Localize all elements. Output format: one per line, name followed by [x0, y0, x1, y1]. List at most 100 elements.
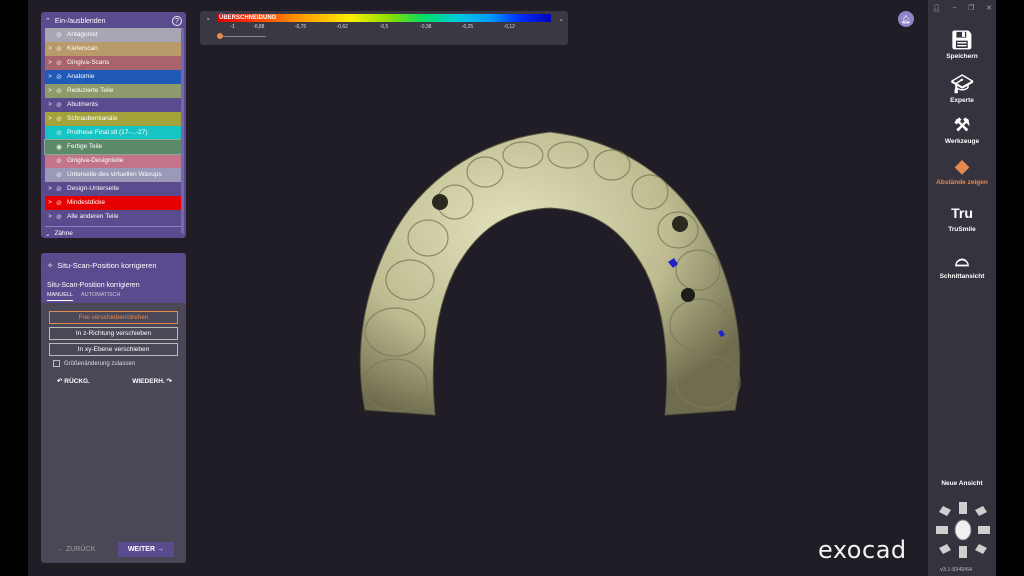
- tool-subtitle: Situ-Scan-Position korrigieren: [47, 282, 140, 289]
- eye-slash-icon[interactable]: ⊘: [56, 115, 64, 123]
- layer-item[interactable]: ⊘ Antagonist: [45, 28, 182, 42]
- chevron-right-icon[interactable]: >: [47, 88, 53, 94]
- gauge-icon[interactable]: ◔: [205, 15, 210, 24]
- view-orientation-widget[interactable]: [935, 500, 991, 560]
- eye-slash-icon[interactable]: ⊘: [56, 87, 64, 95]
- notification-bell-icon[interactable]: 🔔︎: [898, 11, 914, 27]
- view-arrow-bottom: [959, 546, 967, 558]
- layer-label: Design-Unterseite: [67, 185, 120, 193]
- chevron-down-icon: ⌄: [45, 230, 51, 238]
- minimize-icon[interactable]: –: [953, 4, 957, 12]
- layer-item[interactable]: ⊘ Gingiva-Designteile: [45, 153, 182, 168]
- chevron-right-icon[interactable]: >: [47, 116, 53, 122]
- checkbox-box[interactable]: [53, 360, 60, 367]
- scale-tick-label: -0,38: [420, 24, 432, 30]
- tool-title: Situ-Scan-Position korrigieren: [57, 261, 157, 270]
- tool-header: ✧ Situ-Scan-Position korrigieren Situ-Sc…: [41, 253, 186, 303]
- expert-label: Experte: [950, 97, 974, 104]
- eye-slash-icon[interactable]: ⊘: [56, 129, 64, 137]
- new-view-label: Neue Ansicht: [941, 480, 983, 487]
- layer-item[interactable]: > ⊘ Alle anderen Teile: [45, 209, 182, 224]
- expert-button[interactable]: 🎓︎ Experte: [928, 74, 996, 104]
- layer-item[interactable]: > ⊘ Schraubenkanäle: [45, 111, 182, 126]
- chevron-right-icon[interactable]: >: [47, 200, 53, 206]
- show-distances-button[interactable]: ◆ Abstände zeigen: [928, 156, 996, 186]
- window-controls: 👤︎ – ❐ ✕: [932, 4, 992, 12]
- tab-automatic[interactable]: AUTOMATISCH: [81, 292, 121, 301]
- eye-slash-icon[interactable]: ⊘: [56, 73, 64, 81]
- chevron-down-icon[interactable]: ⌄: [558, 15, 564, 23]
- chevron-right-icon[interactable]: >: [47, 102, 53, 108]
- section-view-button[interactable]: ⌓ Schnittansicht: [928, 250, 996, 280]
- chevron-right-icon[interactable]: >: [47, 186, 53, 192]
- visibility-header[interactable]: ⌃ Ein-/ausblenden ?: [45, 14, 182, 28]
- dental-model-viewport[interactable]: [320, 120, 780, 440]
- chevron-right-icon[interactable]: >: [47, 46, 53, 52]
- allow-resize-checkbox[interactable]: Größenänderung zulassen: [53, 360, 174, 367]
- layer-item[interactable]: > ⊘ Gingiva-Scans: [45, 55, 182, 70]
- eye-slash-icon[interactable]: ⊘: [56, 101, 64, 109]
- tool-panel: ✧ Situ-Scan-Position korrigieren Situ-Sc…: [41, 253, 186, 563]
- scale-tick-label: -0,12: [503, 24, 515, 30]
- eye-slash-icon[interactable]: ⊘: [56, 157, 64, 165]
- layer-item[interactable]: ⊘ Prothese Final.stl (17-...-27): [45, 125, 182, 140]
- eye-slash-icon[interactable]: ⊘: [56, 213, 64, 221]
- eye-slash-icon[interactable]: ⊘: [56, 185, 64, 193]
- layer-label: Reduzierte Teile: [67, 87, 114, 95]
- layer-item[interactable]: > ⊘ Design-Unterseite: [45, 181, 182, 196]
- layer-label: Antagonist: [67, 31, 98, 39]
- chevron-right-icon[interactable]: >: [47, 74, 53, 80]
- tools-button[interactable]: ⚒ Werkzeuge: [928, 115, 996, 145]
- layer-label: Anatomie: [67, 73, 95, 81]
- layer-item[interactable]: > ⊘ Reduzierte Teile: [45, 83, 182, 98]
- close-icon[interactable]: ✕: [986, 4, 992, 12]
- chevron-right-icon[interactable]: >: [47, 214, 53, 220]
- layer-item[interactable]: > ⊘ Anatomie: [45, 69, 182, 84]
- version-label: v3.1-8349/64: [940, 567, 973, 573]
- layer-item[interactable]: > ⊘ Kieferscan: [45, 41, 182, 56]
- xy-move-button[interactable]: In xy-Ebene verschieben: [49, 343, 178, 356]
- view-arrow-topleft: [939, 506, 951, 516]
- graduation-cap-icon: 🎓︎: [950, 74, 974, 94]
- view-arrow-topright: [975, 506, 987, 516]
- z-move-button[interactable]: In z-Richtung verschieben: [49, 327, 178, 340]
- eye-slash-icon[interactable]: ⊘: [56, 59, 64, 67]
- layer-item[interactable]: ◉ Fertige Teile: [44, 138, 183, 155]
- redo-label: WIEDERH.: [132, 378, 165, 385]
- undo-button[interactable]: ↶ RÜCKG.: [57, 377, 90, 385]
- screw-channel-hole: [432, 194, 448, 210]
- threshold-slider-knob[interactable]: [217, 33, 223, 39]
- eye-slash-icon[interactable]: ⊘: [56, 199, 64, 207]
- trusmile-button[interactable]: Tru TruSmile: [928, 203, 996, 233]
- layer-item[interactable]: > ⊘ Mindestdicke: [45, 195, 182, 210]
- checkbox-label: Größenänderung zulassen: [64, 360, 136, 367]
- chevron-up-icon: ⌃: [45, 18, 51, 25]
- intersection-scale: ◔ ÜBERSCHNEIDUNG -1 -0,88 -0,75 -0,62 -0,5-…: [200, 11, 568, 45]
- eye-icon[interactable]: ◉: [56, 143, 64, 151]
- redo-button[interactable]: WIEDERH. ↷: [132, 377, 172, 385]
- arrow-left-icon: ←: [57, 546, 66, 553]
- save-button[interactable]: 💾︎ Speichern: [928, 30, 996, 60]
- chevron-right-icon[interactable]: >: [47, 60, 53, 66]
- layer-item[interactable]: ⊘ Unterseite des virtuellen Waxups: [45, 167, 182, 182]
- help-icon[interactable]: ?: [172, 16, 182, 26]
- free-move-button[interactable]: Frei verschieben/drehen: [49, 311, 178, 324]
- scale-tick-label: -0,75: [294, 24, 307, 30]
- layer-label: Kieferscan: [67, 45, 98, 53]
- eye-slash-icon[interactable]: ⊘: [56, 31, 64, 39]
- eye-slash-icon[interactable]: ⊘: [56, 171, 64, 179]
- restore-icon[interactable]: ❐: [968, 4, 974, 12]
- eye-slash-icon[interactable]: ⊘: [56, 45, 64, 53]
- layer-scrollbar[interactable]: [181, 28, 184, 234]
- layer-item[interactable]: > ⊘ Abutments: [45, 97, 182, 112]
- next-button[interactable]: WEITER →: [117, 542, 174, 557]
- teeth-group[interactable]: ⌄ Zähne: [45, 226, 182, 240]
- tab-manual[interactable]: MANUELL: [47, 292, 73, 301]
- threshold-slider-track[interactable]: [220, 36, 266, 37]
- trusmile-icon: Tru: [951, 205, 973, 221]
- back-button[interactable]: ← ZURÜCK: [57, 546, 96, 553]
- view-arrow-bottomright: [975, 544, 987, 554]
- view-arrow-right: [978, 526, 990, 534]
- user-icon[interactable]: 👤︎: [932, 4, 941, 12]
- layer-list: ⊘ Antagonist > ⊘ Kieferscan > ⊘ Gingiva-Scans > ⊘…: [44, 28, 183, 224]
